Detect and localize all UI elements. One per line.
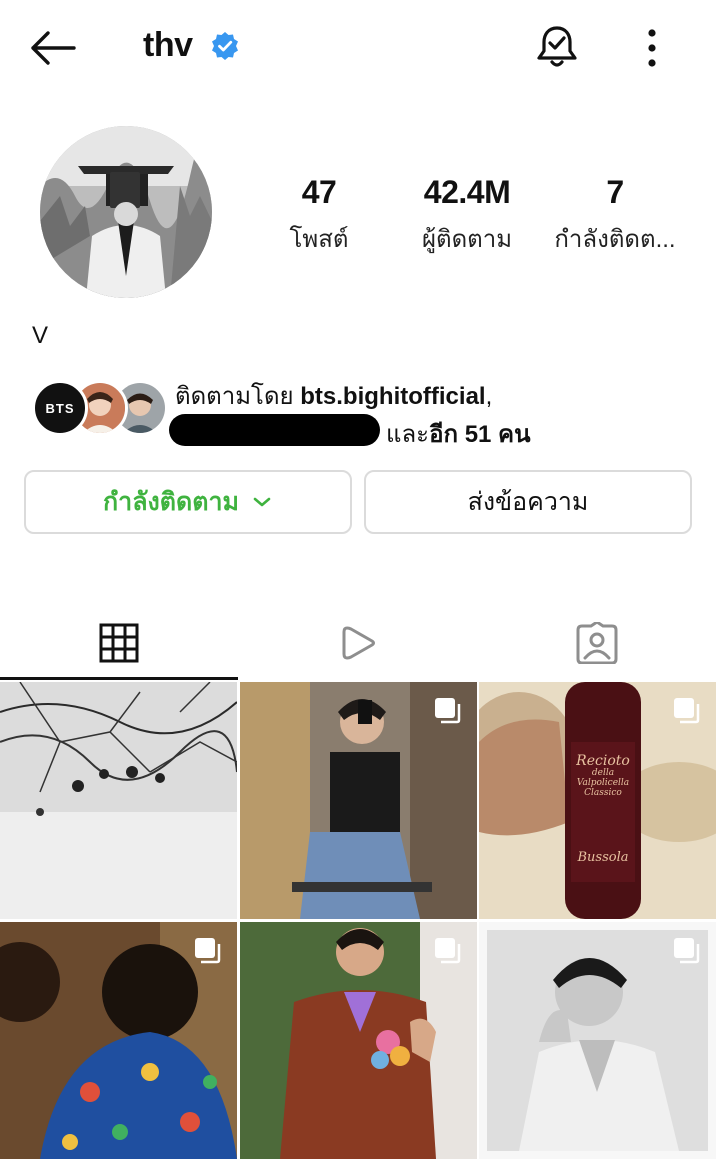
mutual-followers-avatars[interactable]: BTS — [32, 380, 168, 436]
reels-play-icon — [342, 626, 375, 660]
stat-following[interactable]: 7 กำลังติดต... — [540, 174, 690, 258]
following-count: 7 — [606, 174, 624, 210]
vertical-dots-icon — [648, 29, 656, 67]
tagged-person-icon — [576, 622, 618, 664]
carousel-indicator-icon — [435, 938, 461, 964]
followers-count: 42.4M — [423, 174, 511, 210]
carousel-indicator-icon — [674, 698, 700, 724]
posts-label: โพสต์ — [289, 226, 349, 253]
bts-badge-text: BTS — [45, 400, 75, 416]
wine-label-line: Bussola — [577, 850, 629, 866]
post-thumbnail[interactable] — [240, 682, 477, 919]
bts-avatar: BTS — [32, 380, 88, 436]
display-name: V — [32, 322, 49, 349]
followed-by-prefix: ติดตามโดย — [175, 383, 301, 410]
grid-icon — [99, 623, 139, 663]
redacted-name — [169, 414, 380, 446]
and-more-count: อีก 51 คน — [429, 421, 531, 448]
posts-count: 47 — [301, 174, 337, 210]
tab-tagged[interactable] — [478, 604, 716, 682]
tab-reels[interactable] — [239, 604, 477, 682]
stat-posts[interactable]: 47 โพสต์ — [244, 174, 394, 258]
back-button[interactable] — [28, 24, 84, 72]
post-thumbnail[interactable] — [0, 682, 237, 919]
carousel-indicator-icon — [674, 938, 700, 964]
followers-label: ผู้ติดตาม — [421, 226, 513, 253]
arrow-left-icon — [31, 31, 76, 65]
carousel-indicator-icon — [195, 938, 221, 964]
post-image — [0, 682, 237, 919]
message-button[interactable]: ส่งข้อความ — [364, 470, 692, 534]
following-label: กำลังติดต... — [554, 226, 676, 253]
followed-by-account: bts.bighitofficial — [300, 383, 486, 410]
stat-followers[interactable]: 42.4M ผู้ติดตาม — [392, 174, 542, 258]
post-thumbnail[interactable]: Recioto della Valpolicella Classico Buss… — [479, 682, 716, 919]
wine-label-line: Recioto — [576, 753, 630, 769]
chevron-down-icon — [253, 497, 271, 507]
and-more-text[interactable]: และอีก 51 คน — [386, 414, 531, 453]
profile-username: thv — [143, 26, 193, 64]
followed-by-suffix: , — [485, 383, 493, 410]
post-thumbnail[interactable] — [479, 922, 716, 1159]
message-button-label: ส่งข้อความ — [467, 488, 589, 516]
wine-label: Recioto della Valpolicella Classico Buss… — [571, 753, 635, 866]
wine-label-line: Classico — [584, 788, 622, 799]
post-thumbnail[interactable] — [0, 922, 237, 1159]
avatar-photo — [40, 126, 212, 298]
following-button[interactable]: กำลังติดตาม — [24, 470, 352, 534]
verified-badge-icon — [212, 32, 238, 60]
following-button-label: กำลังติดตาม — [103, 488, 239, 516]
profile-avatar[interactable] — [40, 126, 212, 298]
followed-by-text[interactable]: ติดตามโดย bts.bighitofficial, — [175, 376, 492, 415]
more-options-button[interactable] — [636, 26, 668, 70]
bell-check-icon — [537, 26, 577, 67]
active-tab-indicator — [0, 677, 238, 680]
tab-posts-grid[interactable] — [0, 604, 238, 682]
and-more-prefix: และ — [386, 421, 430, 448]
carousel-indicator-icon — [435, 698, 461, 724]
post-thumbnail[interactable] — [240, 922, 477, 1159]
notifications-button[interactable] — [532, 22, 582, 72]
